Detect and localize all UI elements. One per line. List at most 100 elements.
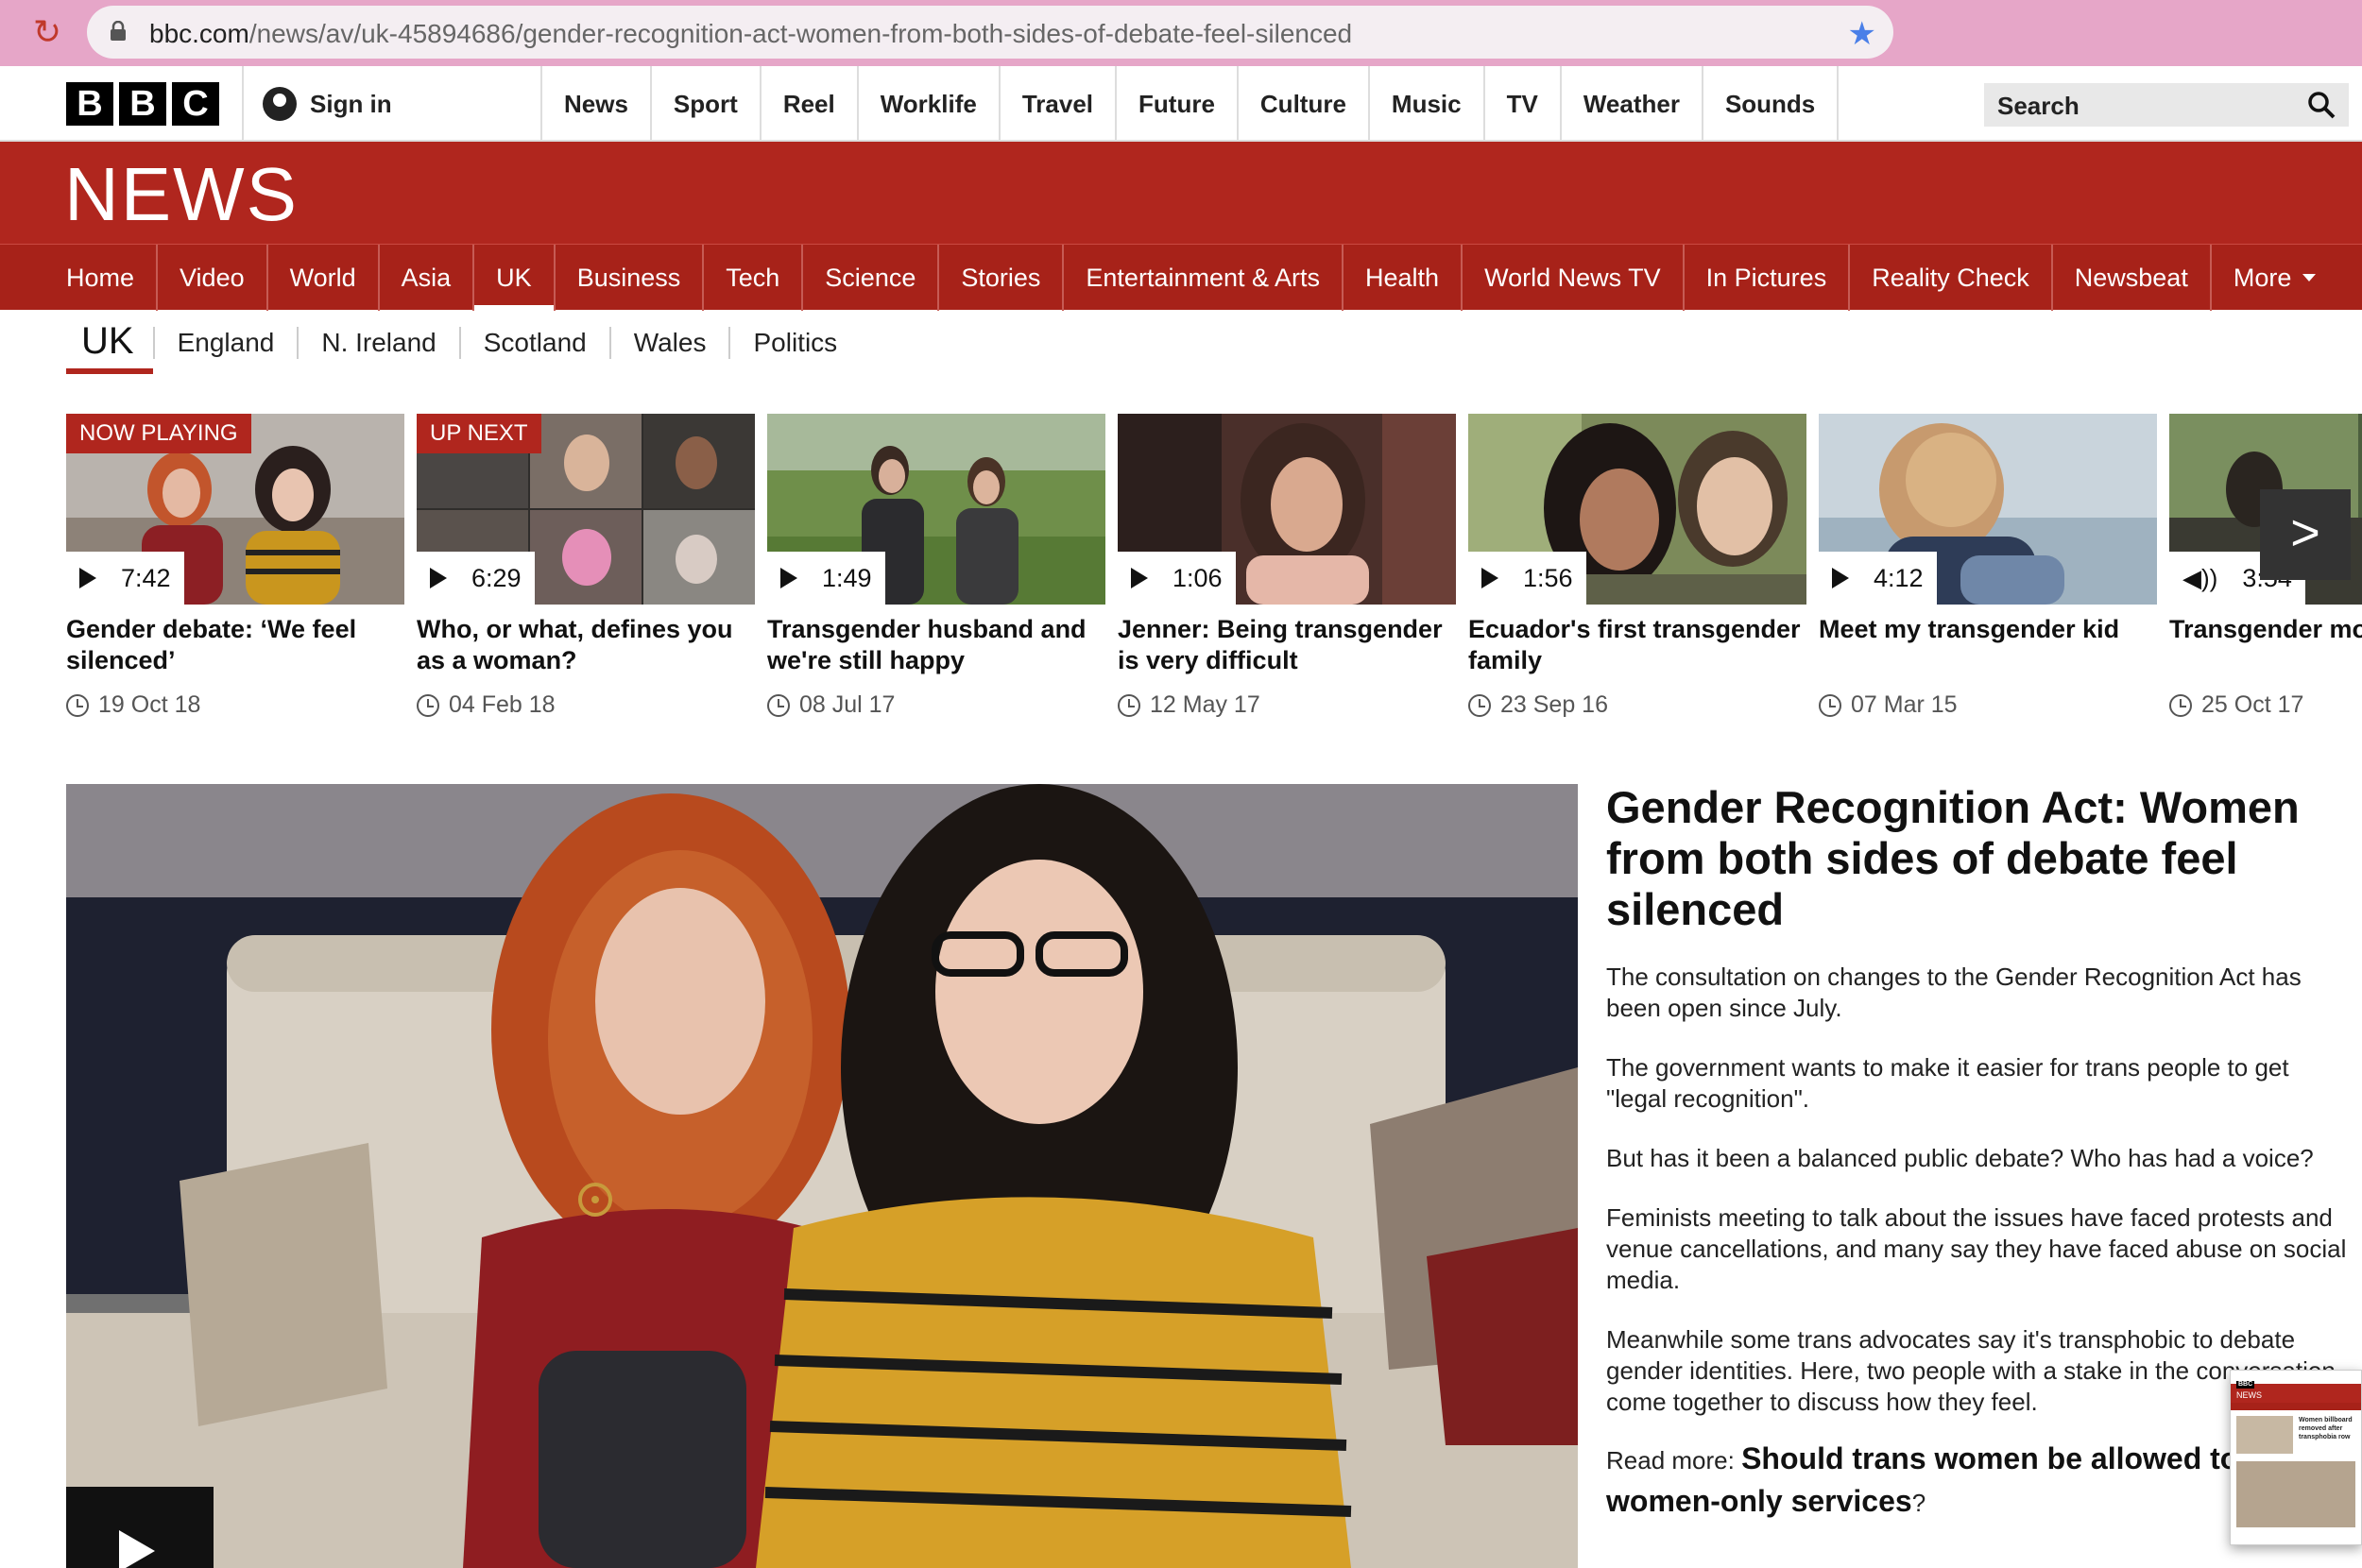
- clock-icon: [1468, 693, 1491, 717]
- global-nav-reel[interactable]: Reel: [759, 66, 857, 142]
- play-icon: [1832, 568, 1849, 588]
- video-date-text: 04 Feb 18: [449, 691, 556, 718]
- video-card[interactable]: NOW PLAYING 7:42 Gender debate: ‘We feel…: [66, 414, 404, 735]
- global-nav-travel[interactable]: Travel: [998, 66, 1115, 142]
- video-title[interactable]: Jenner: Being transgender is very diffic…: [1118, 614, 1456, 676]
- global-nav-sounds[interactable]: Sounds: [1701, 66, 1840, 142]
- video-title[interactable]: Meet my transgender kid: [1819, 614, 2157, 645]
- video-thumbnail[interactable]: NOW PLAYING 7:42: [66, 414, 404, 605]
- section-nav-health[interactable]: Health: [1342, 245, 1461, 311]
- sub-nav-current[interactable]: UK: [66, 310, 153, 376]
- section-nav-entertainment-arts[interactable]: Entertainment & Arts: [1062, 245, 1342, 311]
- section-nav-science[interactable]: Science: [801, 245, 937, 311]
- play-icon: [1131, 568, 1148, 588]
- duration-overlay: 1:56: [1468, 552, 1586, 605]
- video-card[interactable]: 1:49 Transgender husband and we're still…: [767, 414, 1105, 735]
- news-banner: NEWS: [0, 142, 2362, 244]
- video-date-text: 23 Sep 16: [1500, 691, 1608, 718]
- section-nav-stories[interactable]: Stories: [937, 245, 1062, 311]
- article-paragraph: Feminists meeting to talk about the issu…: [1606, 1203, 2347, 1294]
- sub-nav-politics[interactable]: Politics: [728, 327, 860, 359]
- speaker-icon: ◀)): [2182, 563, 2218, 592]
- video-date: 07 Mar 15: [1819, 691, 1958, 719]
- video-thumbnail[interactable]: 1:56: [1468, 414, 1806, 605]
- news-wordmark[interactable]: NEWS: [64, 155, 299, 234]
- now-playing-badge: NOW PLAYING: [66, 414, 251, 453]
- video-card[interactable]: UP NEXT 6:29 Who, or what, defines you a…: [417, 414, 755, 735]
- duration-overlay: 7:42: [66, 552, 184, 605]
- search-input[interactable]: Search: [1984, 83, 2349, 127]
- video-thumbnail[interactable]: 1:06: [1118, 414, 1456, 605]
- section-nav-asia[interactable]: Asia: [377, 245, 473, 311]
- main-video-player[interactable]: [66, 784, 1578, 1568]
- global-nav-weather[interactable]: Weather: [1559, 66, 1702, 142]
- search-icon[interactable]: [2307, 91, 2336, 119]
- browser-toolbar: ↻ bbc.com/news/av/uk-45894686/gender-rec…: [0, 0, 2362, 66]
- global-nav-culture[interactable]: Culture: [1236, 66, 1368, 142]
- section-nav-tech[interactable]: Tech: [702, 245, 801, 311]
- video-card[interactable]: 1:06 Jenner: Being transgender is very d…: [1118, 414, 1456, 735]
- video-title[interactable]: Gender debate: ‘We feel silenced’: [66, 614, 404, 676]
- section-nav-newsbeat[interactable]: Newsbeat: [2050, 245, 2210, 311]
- section-nav-world-news-tv[interactable]: World News TV: [1461, 245, 1683, 311]
- section-nav-video[interactable]: Video: [156, 245, 266, 311]
- article-paragraph: The consultation on changes to the Gende…: [1606, 963, 2302, 1022]
- clock-icon: [2169, 693, 2192, 717]
- chevron-down-icon: [2302, 274, 2317, 281]
- bbc-global-header: B B C Sign in News Sport Reel Worklife T…: [0, 66, 2362, 142]
- section-nav-more[interactable]: More: [2209, 245, 2338, 311]
- section-nav-business[interactable]: Business: [553, 245, 703, 311]
- sub-nav-n-ireland[interactable]: N. Ireland: [297, 327, 458, 359]
- clock-icon: [767, 693, 790, 717]
- more-label: More: [2233, 264, 2292, 292]
- screenshot-preview[interactable]: BBC NEWS Women billboard removed after t…: [2230, 1370, 2362, 1545]
- global-nav-news[interactable]: News: [540, 66, 650, 142]
- sub-nav-england[interactable]: England: [152, 327, 298, 359]
- video-thumbnail[interactable]: 4:12: [1819, 414, 2157, 605]
- global-nav-worklife[interactable]: Worklife: [856, 66, 999, 142]
- section-nav-reality-check[interactable]: Reality Check: [1848, 245, 2051, 311]
- clock-icon: [66, 693, 89, 717]
- video-title[interactable]: Transgender husband and we're still happ…: [767, 614, 1105, 676]
- video-duration: 4:12: [1874, 563, 1924, 592]
- video-frame: [66, 784, 1578, 1568]
- video-title[interactable]: Ecuador's first transgender family: [1468, 614, 1806, 676]
- video-carousel: NOW PLAYING 7:42 Gender debate: ‘We feel…: [66, 414, 2362, 735]
- bookmark-star-icon[interactable]: ★: [1848, 15, 1876, 53]
- read-more-suffix: ?: [1911, 1489, 1926, 1517]
- search-placeholder: Search: [1997, 92, 2080, 120]
- video-card[interactable]: 4:12 Meet my transgender kid 07 Mar 15: [1819, 414, 2157, 735]
- video-thumbnail[interactable]: UP NEXT 6:29: [417, 414, 755, 605]
- global-nav-tv[interactable]: TV: [1482, 66, 1560, 142]
- global-nav-future[interactable]: Future: [1115, 66, 1237, 142]
- sub-nav-wales[interactable]: Wales: [608, 327, 729, 359]
- video-title[interactable]: Who, or what, defines you as a woman?: [417, 614, 755, 676]
- carousel-next-button[interactable]: >: [2260, 489, 2351, 580]
- sub-nav-scotland[interactable]: Scotland: [458, 327, 609, 359]
- lock-icon: [111, 21, 126, 41]
- section-nav-in-pictures[interactable]: In Pictures: [1682, 245, 1849, 311]
- duration-overlay: 1:06: [1118, 552, 1236, 605]
- bbc-logo[interactable]: B B C: [66, 82, 219, 126]
- bbc-logo-letter: C: [172, 82, 219, 126]
- video-card[interactable]: 1:56 Ecuador's first transgender family …: [1468, 414, 1806, 735]
- play-button[interactable]: [66, 1487, 214, 1568]
- address-bar[interactable]: bbc.com/news/av/uk-45894686/gender-recog…: [87, 6, 1893, 59]
- video-thumbnail[interactable]: 1:49: [767, 414, 1105, 605]
- reload-icon[interactable]: ↻: [28, 13, 66, 51]
- url-domain: bbc.com: [149, 19, 249, 48]
- video-duration: 6:29: [471, 563, 522, 592]
- video-date: 25 Oct 17: [2169, 691, 2303, 719]
- section-nav-home[interactable]: Home: [66, 245, 156, 311]
- section-nav-uk[interactable]: UK: [472, 245, 554, 311]
- global-nav-music[interactable]: Music: [1367, 66, 1483, 142]
- play-icon: [79, 568, 96, 588]
- global-nav-sport[interactable]: Sport: [649, 66, 760, 142]
- video-date-text: 12 May 17: [1150, 691, 1260, 718]
- read-more-prefix: Read more:: [1606, 1446, 1742, 1474]
- clock-icon: [1819, 693, 1841, 717]
- sign-in-button[interactable]: Sign in: [263, 87, 392, 121]
- video-duration: 7:42: [121, 563, 171, 592]
- video-title[interactable]: Transgender model Playboy centrefold: [2169, 614, 2362, 645]
- section-nav-world[interactable]: World: [265, 245, 378, 311]
